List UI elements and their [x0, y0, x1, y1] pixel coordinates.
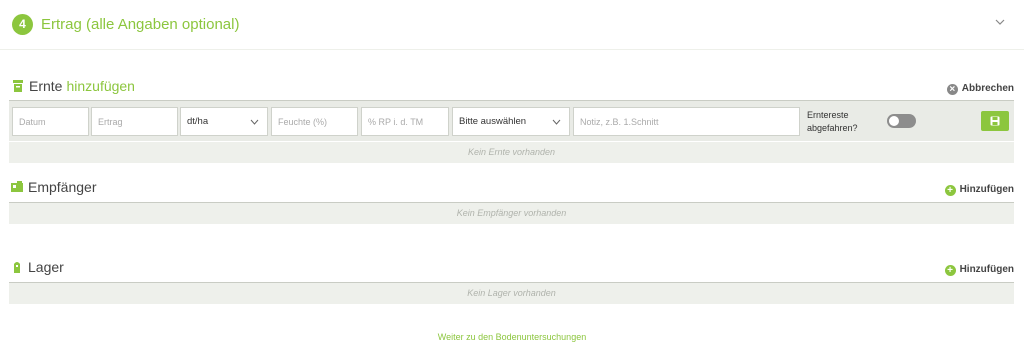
add-lager-label: Hinzufügen [959, 264, 1014, 275]
plus-icon: + [944, 264, 956, 276]
empfaenger-heading: Empfänger [10, 178, 96, 196]
harvest-icon [13, 80, 23, 92]
unit-select-value: dt/ha [187, 116, 209, 127]
ernte-empty-message: Kein Ernte vorhanden [9, 142, 1014, 163]
chevron-down-icon [250, 119, 259, 125]
toggle-knob [889, 116, 899, 126]
storage-icon [14, 262, 20, 273]
erntereste-toggle[interactable] [887, 114, 916, 128]
chevron-down-icon [552, 119, 561, 125]
ertrag-input[interactable] [98, 108, 177, 135]
rp-field[interactable] [361, 107, 449, 136]
add-empfaenger-button[interactable]: + Hinzufügen [944, 183, 1014, 197]
close-icon: × [946, 83, 958, 95]
notiz-input[interactable] [580, 108, 799, 135]
ertrag-field[interactable] [91, 107, 178, 136]
lager-empty-message: Kein Lager vorhanden [9, 283, 1014, 304]
erntereste-label: Erntereste abgefahren? [807, 110, 858, 133]
ernte-title: Ernte [29, 78, 63, 94]
section-title: Ertrag (alle Angaben optional) [41, 16, 240, 33]
cancel-label: Abbrechen [961, 83, 1014, 94]
ernte-heading: Ernte hinzufügen [11, 77, 135, 95]
category-select[interactable]: Bitte auswählen [452, 107, 570, 136]
add-lager-button[interactable]: + Hinzufügen [944, 263, 1014, 277]
unit-select[interactable]: dt/ha [180, 107, 268, 136]
lager-title: Lager [28, 259, 64, 275]
feuchte-input[interactable] [278, 108, 357, 135]
datum-input[interactable] [19, 108, 88, 135]
category-select-value: Bitte auswählen [459, 116, 527, 127]
next-step-link[interactable]: Weiter zu den Bodenuntersuchungen [0, 332, 1024, 342]
lager-heading: Lager [10, 258, 64, 276]
empfaenger-empty-message: Kein Empfänger vorhanden [9, 203, 1014, 224]
save-icon [990, 116, 1000, 126]
chevron-down-icon[interactable] [994, 16, 1006, 28]
ernte-form: dt/ha Bitte auswählen Erntereste abgefah… [9, 101, 1014, 141]
notiz-field[interactable] [573, 107, 800, 136]
plus-icon: + [944, 184, 956, 196]
ernte-title-accent: hinzufügen [66, 78, 135, 94]
datum-field[interactable] [12, 107, 89, 136]
section-header[interactable]: 4 Ertrag (alle Angaben optional) [0, 0, 1024, 50]
add-empfaenger-label: Hinzufügen [959, 184, 1014, 195]
recipient-icon [11, 181, 23, 192]
feuchte-field[interactable] [271, 107, 358, 136]
empfaenger-title: Empfänger [28, 179, 97, 195]
rp-input[interactable] [368, 108, 448, 135]
step-number-badge: 4 [12, 14, 33, 35]
save-button[interactable] [981, 111, 1009, 131]
cancel-button[interactable]: × Abbrechen [946, 82, 1014, 96]
